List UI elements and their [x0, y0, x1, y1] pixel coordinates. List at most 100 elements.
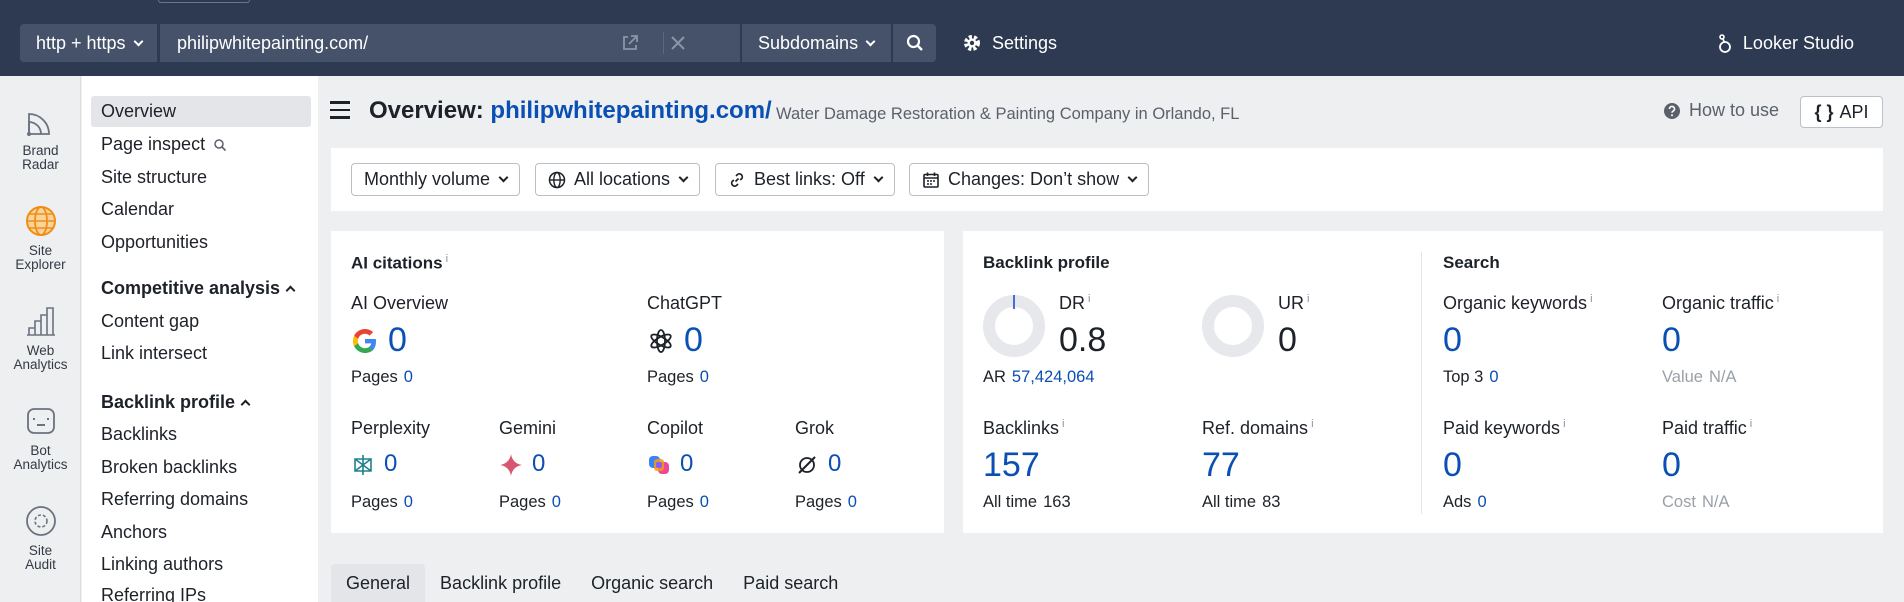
chevron-down-icon: [678, 172, 689, 183]
sidebar-item-label: Page inspect: [101, 134, 206, 154]
ur-label: UR i: [1278, 293, 1310, 313]
chevron-up-icon: [240, 399, 251, 409]
rail-label-2: Analytics: [13, 457, 68, 472]
locations-filter-dropdown[interactable]: All locations: [535, 163, 701, 196]
looker-studio-button[interactable]: Looker Studio: [1717, 24, 1854, 62]
rail-brand-radar[interactable]: Brand Radar: [0, 104, 81, 172]
external-link-icon[interactable]: [620, 33, 640, 53]
organic-traffic-value[interactable]: 0: [1662, 321, 1681, 360]
rail-web-analytics[interactable]: Web Analytics: [0, 304, 81, 372]
info-icon[interactable]: i: [1307, 293, 1309, 305]
sidebar-item-label: Content gap: [101, 311, 200, 331]
ads-row: Ads 0: [1443, 493, 1487, 511]
api-label: API: [1839, 101, 1869, 122]
rail-label-2: Analytics: [13, 357, 68, 372]
info-icon[interactable]: i: [1062, 418, 1064, 430]
section-tabs: General Backlink profile Organic search …: [331, 564, 853, 602]
menu-icon[interactable]: [330, 101, 350, 119]
volume-filter-dropdown[interactable]: Monthly volume: [351, 163, 521, 196]
chevron-up-icon: [285, 285, 296, 295]
sidebar-item-overview[interactable]: Overview: [91, 96, 311, 127]
scope-label: Subdomains: [758, 32, 859, 53]
how-to-label: How to use: [1689, 100, 1780, 120]
sidebar-item-referring-domains[interactable]: Referring domains: [91, 484, 311, 515]
chatgpt-icon: [650, 329, 672, 353]
best-links-filter-dropdown[interactable]: Best links: Off: [715, 163, 895, 196]
grok-value[interactable]: 0: [828, 450, 841, 478]
search-button[interactable]: [892, 24, 936, 62]
gemini-value[interactable]: 0: [532, 450, 545, 478]
dr-label: DR i: [1059, 293, 1091, 313]
perplexity-icon: [354, 455, 372, 475]
title-prefix: Overview:: [369, 97, 484, 124]
backlinks-value[interactable]: 157: [983, 446, 1040, 485]
organic-traffic-label: Organic traffic i: [1662, 293, 1780, 313]
url-input[interactable]: philipwhitepainting.com/: [160, 24, 740, 62]
perplexity-label: Perplexity: [351, 418, 431, 438]
section-competitive-analysis[interactable]: Competitive analysis: [101, 278, 296, 299]
close-icon[interactable]: [668, 33, 688, 53]
page-description: Water Damage Restoration & Painting Comp…: [776, 105, 1240, 123]
info-icon[interactable]: i: [1088, 293, 1090, 305]
looker-icon: [1719, 34, 1731, 53]
sidebar-item-content-gap[interactable]: Content gap: [91, 306, 311, 337]
info-icon[interactable]: i: [1750, 418, 1752, 430]
tab-stub: [158, 0, 250, 3]
ai-overview-value[interactable]: 0: [388, 321, 407, 360]
site-audit-icon: [25, 506, 56, 536]
sidebar-item-backlinks[interactable]: Backlinks: [91, 419, 311, 450]
info-icon[interactable]: i: [1311, 418, 1313, 430]
organic-keywords-value[interactable]: 0: [1443, 321, 1462, 360]
sidebar-item-calendar[interactable]: Calendar: [91, 194, 311, 225]
chatgpt-pages: Pages 0: [647, 368, 709, 386]
rail-label-1: Site: [28, 543, 53, 558]
paid-keywords-value[interactable]: 0: [1443, 446, 1462, 485]
paid-traffic-value[interactable]: 0: [1662, 446, 1681, 485]
info-icon[interactable]: i: [1563, 418, 1565, 430]
organic-keywords-label: Organic keywords i: [1443, 293, 1593, 313]
rail-site-explorer[interactable]: Site Explorer: [0, 204, 81, 272]
grok-icon: [798, 456, 816, 474]
api-button[interactable]: { } API: [1800, 96, 1883, 128]
sidebar-item-linking-authors[interactable]: Linking authors: [91, 549, 311, 580]
top-bar: http + https philipwhitepainting.com/ Su…: [0, 0, 1904, 76]
gemini-pages: Pages 0: [499, 493, 561, 511]
rail-site-audit[interactable]: Site Audit: [0, 504, 81, 572]
sidebar-item-label: Linking authors: [101, 554, 224, 574]
grok-pages: Pages 0: [795, 493, 857, 511]
filter-label: Changes: Don’t show: [948, 169, 1120, 189]
sidebar-item-anchors[interactable]: Anchors: [91, 517, 311, 548]
how-to-use-link[interactable]: How to use: [1663, 100, 1779, 121]
copilot-value[interactable]: 0: [680, 450, 693, 478]
sidebar-item-link-intersect[interactable]: Link intersect: [91, 338, 311, 369]
filter-label: Monthly volume: [364, 169, 491, 189]
sidebar-item-referring-ips[interactable]: Referring IPs: [91, 580, 311, 602]
sidebar-item-broken-backlinks[interactable]: Broken backlinks: [91, 452, 311, 483]
info-icon[interactable]: i: [1777, 293, 1779, 305]
tab-paid-search[interactable]: Paid search: [728, 564, 853, 602]
section-backlink-profile[interactable]: Backlink profile: [101, 392, 251, 413]
ai-citations-card: AI citations i AI Overview 0 Pages 0 ChatG…: [331, 231, 944, 533]
changes-filter-dropdown[interactable]: Changes: Don’t show: [909, 163, 1150, 196]
tab-backlink-profile[interactable]: Backlink profile: [425, 564, 576, 602]
sidebar-item-page-inspect[interactable]: Page inspect: [91, 129, 311, 160]
protocol-dropdown[interactable]: http + https: [20, 24, 158, 62]
ai-overview-label: AI Overview: [351, 293, 449, 313]
scope-dropdown[interactable]: Subdomains: [741, 24, 891, 62]
sidebar-item-site-structure[interactable]: Site structure: [91, 162, 311, 193]
rail-label-2: Explorer: [15, 257, 66, 272]
perplexity-value[interactable]: 0: [384, 450, 397, 478]
chatgpt-value[interactable]: 0: [684, 321, 703, 360]
tab-general[interactable]: General: [331, 564, 426, 602]
info-icon[interactable]: i: [446, 253, 448, 265]
title-domain-link[interactable]: philipwhitepainting.com/: [490, 97, 771, 124]
ref-domains-value[interactable]: 77: [1202, 446, 1240, 485]
sidebar-item-label: Referring domains: [101, 489, 249, 509]
rail-bot-analytics[interactable]: Bot Analytics: [0, 404, 81, 472]
settings-button[interactable]: Settings: [962, 24, 1057, 62]
sidebar-item-opportunities[interactable]: Opportunities: [91, 227, 311, 258]
section-title: Competitive analysis: [101, 278, 281, 298]
looker-label: Looker Studio: [1742, 32, 1854, 53]
tab-organic-search[interactable]: Organic search: [576, 564, 728, 602]
info-icon[interactable]: i: [1590, 293, 1592, 305]
